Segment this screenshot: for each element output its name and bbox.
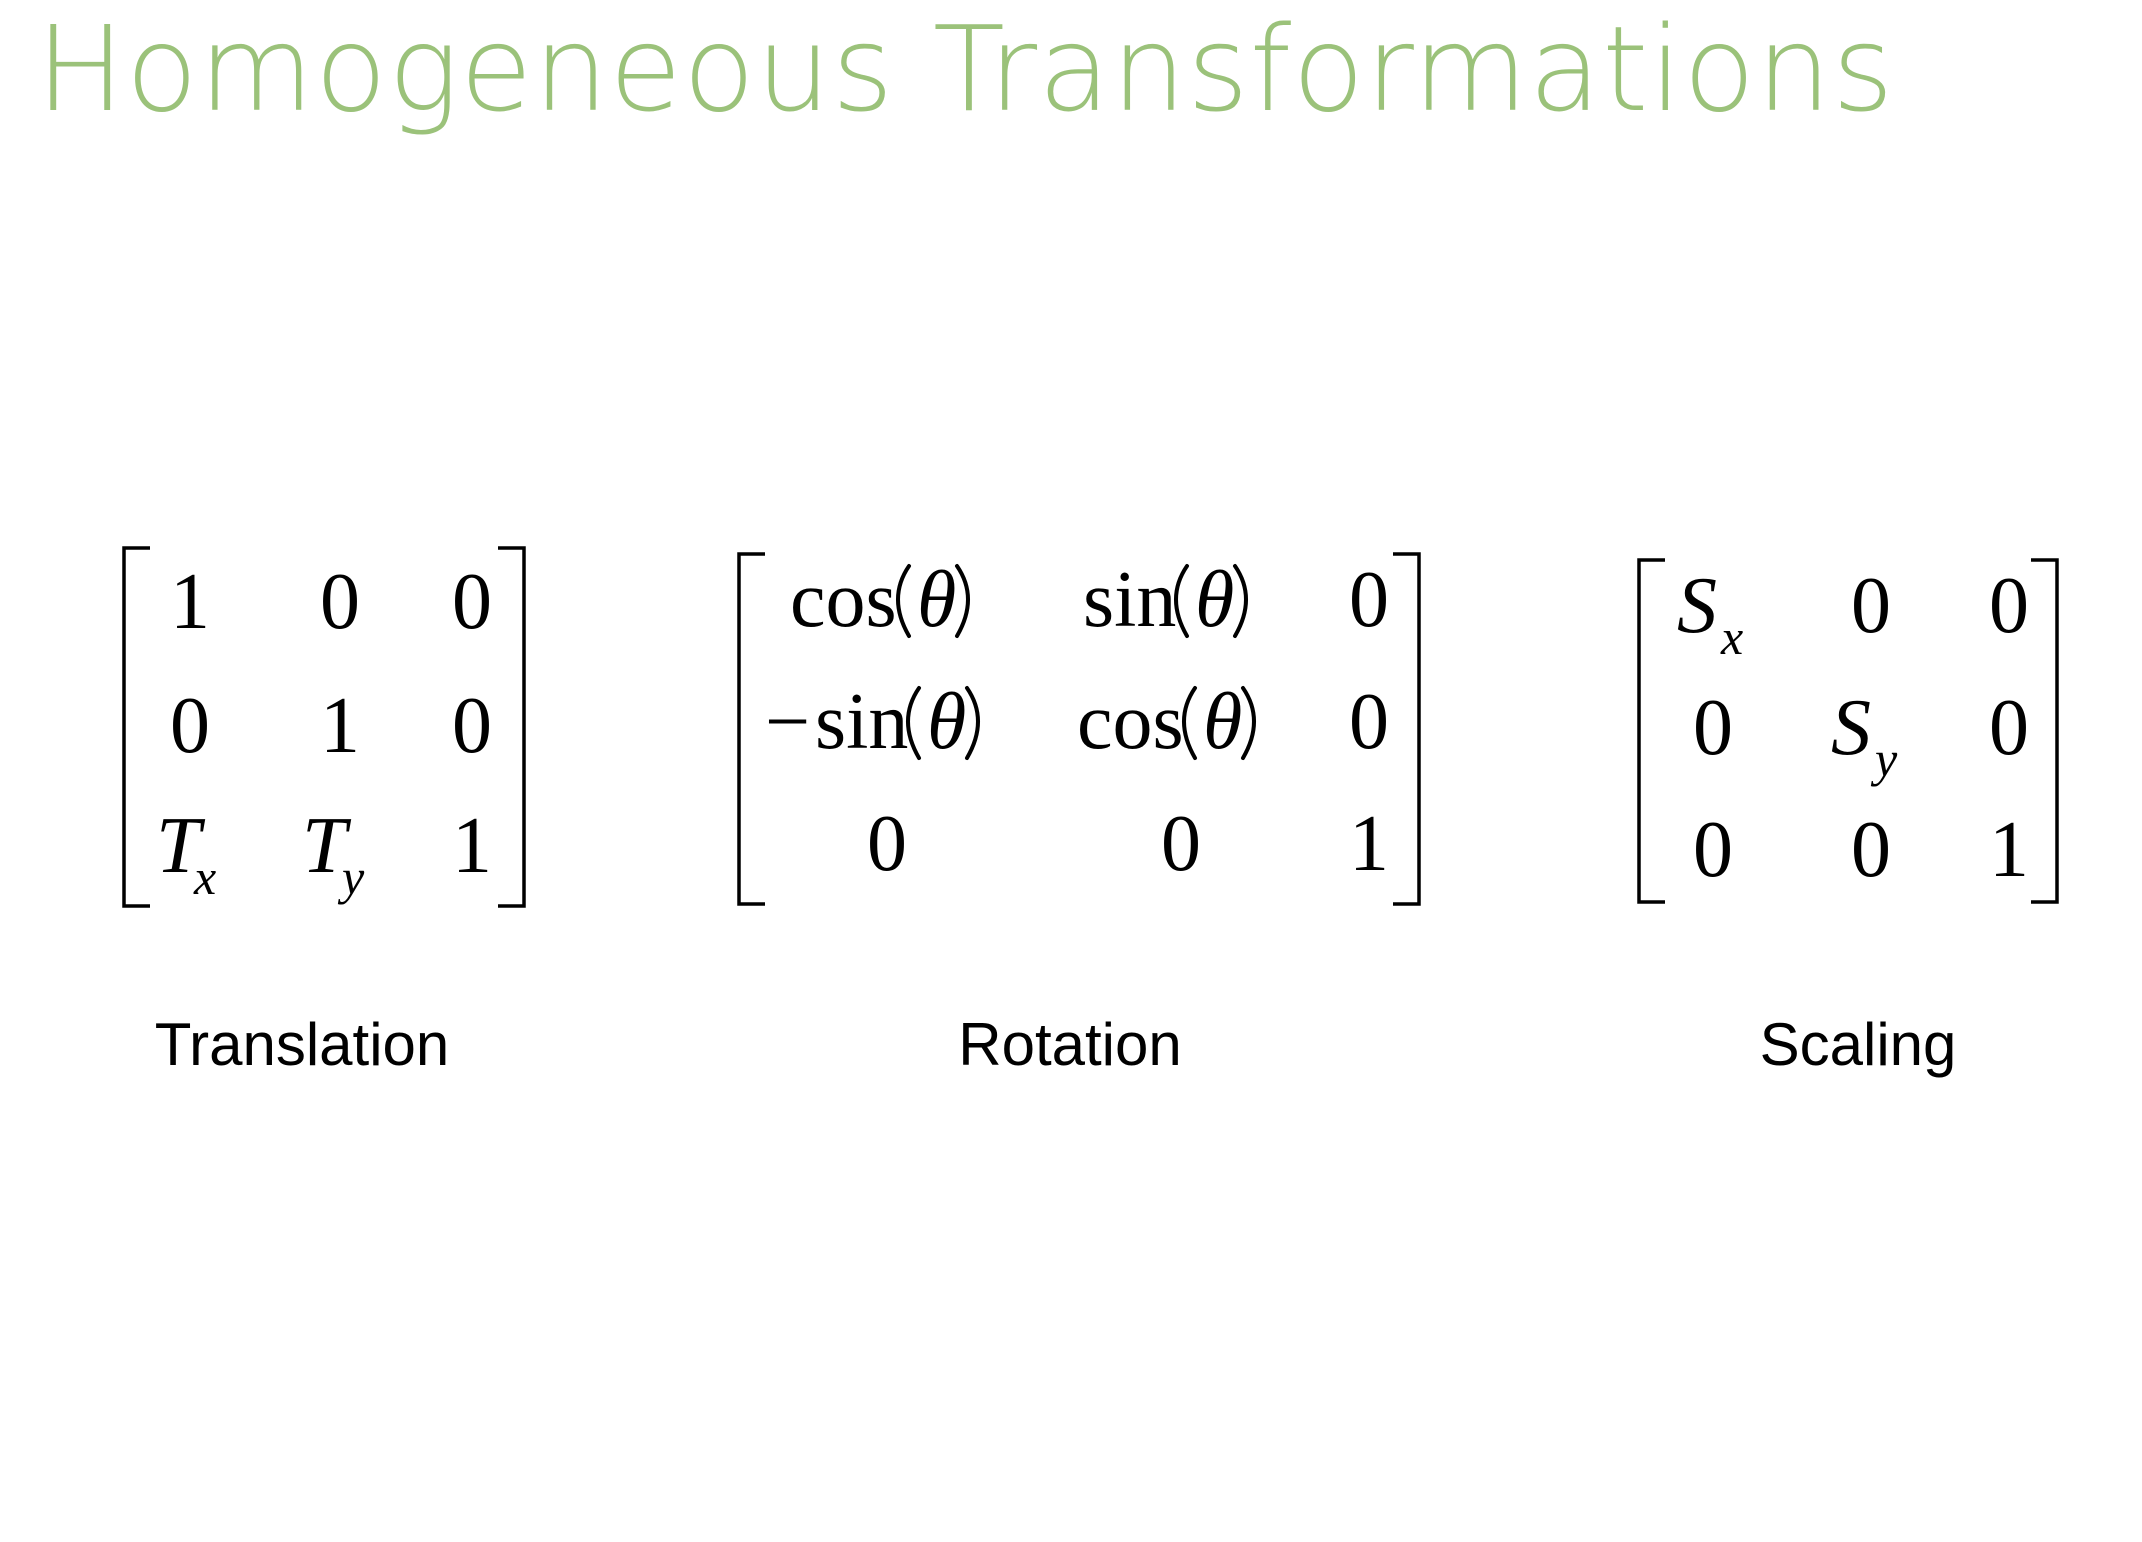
matrix-cell: 0 bbox=[867, 800, 907, 888]
left-bracket bbox=[1637, 558, 1665, 904]
matrix-cell: 0 bbox=[1851, 806, 1891, 894]
matrix-cell: 1 bbox=[320, 682, 360, 770]
matrix-cell: 0 bbox=[320, 558, 360, 646]
matrix-cell: 0 bbox=[1161, 800, 1201, 888]
matrix-cell: 0 bbox=[1989, 562, 2029, 650]
left-bracket bbox=[737, 552, 765, 906]
matrix-cell: 1 bbox=[170, 558, 210, 646]
matrix-cell-sx: S bbox=[1677, 562, 1717, 650]
right-bracket bbox=[498, 546, 526, 908]
matrix-cell: 0 bbox=[170, 682, 210, 770]
matrix-cell: 0 bbox=[1693, 684, 1733, 772]
matrix-cell: 1 bbox=[452, 802, 492, 890]
subscript-y: y bbox=[337, 849, 365, 905]
matrix-cell: 0 bbox=[1349, 678, 1389, 766]
theta: θ bbox=[1195, 556, 1234, 644]
subscript-x: x bbox=[1720, 609, 1743, 665]
sin-fn: sin bbox=[1083, 556, 1176, 644]
subscript-y: y bbox=[1870, 731, 1898, 787]
right-paren bbox=[1241, 686, 1256, 760]
translation-label: Translation bbox=[154, 1011, 450, 1078]
matrix-cell: 0 bbox=[452, 682, 492, 770]
left-paren bbox=[1182, 686, 1197, 760]
matrix-cell: 0 bbox=[1349, 556, 1389, 644]
left-bracket bbox=[122, 546, 150, 908]
left-paren bbox=[896, 564, 911, 638]
matrix-cell: 0 bbox=[452, 558, 492, 646]
theta: θ bbox=[927, 678, 966, 766]
scaling-label: Scaling bbox=[1759, 1011, 1957, 1078]
cos-fn: cos bbox=[1077, 678, 1184, 766]
right-paren bbox=[955, 564, 970, 638]
rotation-label: Rotation bbox=[958, 1011, 1182, 1078]
matrix-cell: 0 bbox=[1989, 684, 2029, 772]
cos-fn: cos bbox=[790, 556, 897, 644]
theta: θ bbox=[917, 556, 956, 644]
left-paren bbox=[906, 686, 921, 760]
left-paren bbox=[1174, 564, 1189, 638]
translation-matrix: 1 0 0 0 1 0 T x T y 1 bbox=[120, 540, 540, 920]
slide: Homogeneous Transformations 1 0 0 0 1 0 … bbox=[0, 0, 2142, 1542]
right-paren bbox=[965, 686, 980, 760]
right-paren bbox=[1233, 564, 1248, 638]
subscript-x: x bbox=[193, 849, 216, 905]
scaling-matrix: S x 0 0 0 S y 0 0 0 1 bbox=[1635, 554, 2075, 914]
matrix-cell-sy: S bbox=[1831, 684, 1871, 772]
matrix-cell: 1 bbox=[1989, 806, 2029, 894]
minus-sign: − bbox=[765, 678, 810, 766]
matrix-cell: 0 bbox=[1693, 806, 1733, 894]
sin-fn: sin bbox=[815, 678, 908, 766]
slide-title: Homogeneous Transformations bbox=[36, 0, 1895, 138]
rotation-matrix: cos θ sin θ 0 − sin θ cos θ 0 0 0 1 bbox=[735, 548, 1435, 918]
right-bracket bbox=[1393, 552, 1421, 906]
theta: θ bbox=[1203, 678, 1242, 766]
matrix-cell: 0 bbox=[1851, 562, 1891, 650]
matrix-cell: 1 bbox=[1349, 800, 1389, 888]
right-bracket bbox=[2031, 558, 2059, 904]
